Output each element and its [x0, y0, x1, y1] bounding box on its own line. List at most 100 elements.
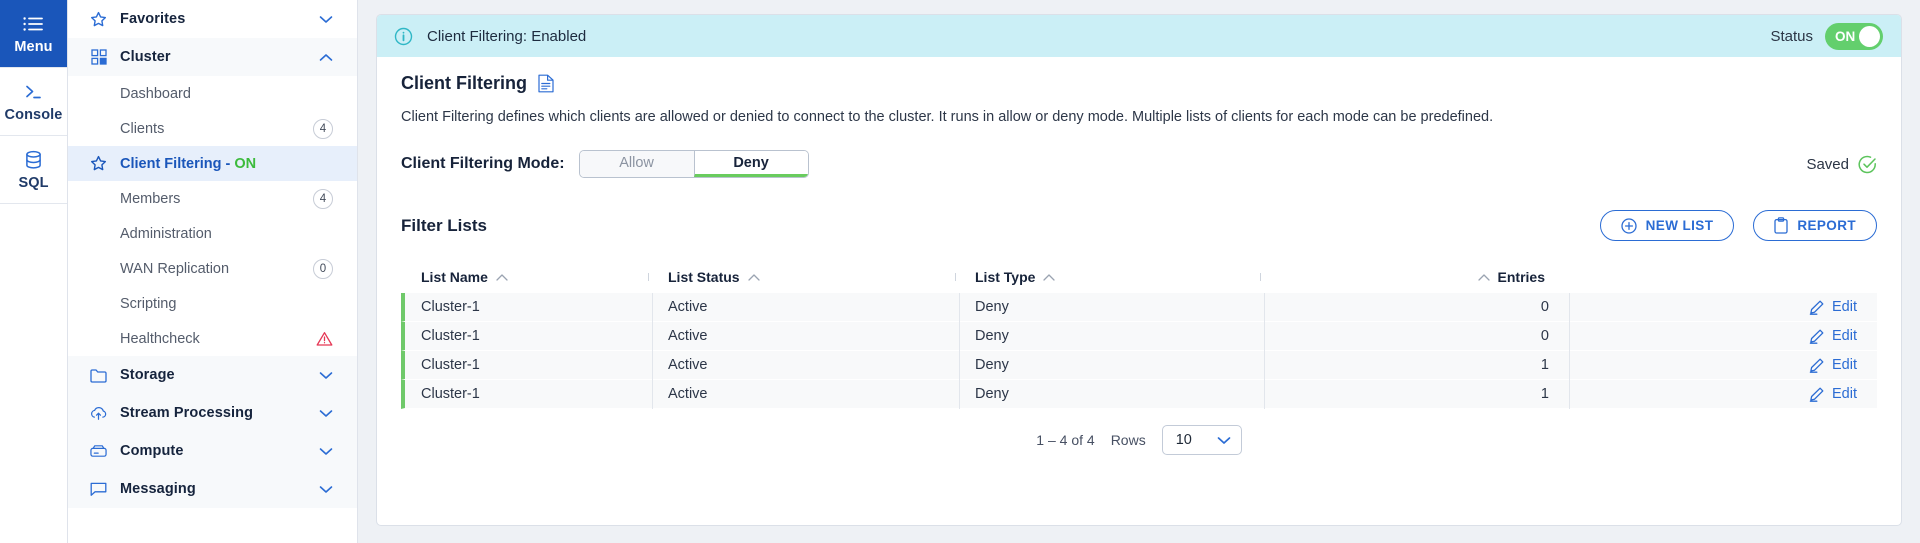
filter-lists-title: Filter Lists — [401, 216, 487, 236]
star-icon[interactable] — [90, 155, 107, 172]
edit-button-label: Edit — [1832, 357, 1857, 373]
pencil-icon — [1809, 387, 1824, 402]
new-list-button-label: NEW LIST — [1646, 218, 1714, 233]
edit-button-label: Edit — [1832, 328, 1857, 344]
sidebar-group-messaging[interactable]: Messaging — [68, 470, 357, 508]
rail-item-sql[interactable]: SQL — [0, 136, 67, 204]
sidebar-item-client-filtering[interactable]: Client Filtering - ON — [68, 146, 357, 181]
cell-list-status: Active — [652, 380, 959, 409]
terminal-icon — [23, 81, 44, 103]
sidebar-item-label-members: Members — [120, 191, 300, 207]
sidebar-item-label-dashboard: Dashboard — [120, 86, 333, 102]
sidebar-item-clients[interactable]: Clients 4 — [68, 111, 357, 146]
pencil-icon — [1809, 358, 1824, 373]
edit-button[interactable]: Edit — [1569, 351, 1877, 380]
column-header-list-status[interactable]: List Status — [648, 269, 955, 285]
sidebar-item-healthcheck[interactable]: Healthcheck — [68, 321, 357, 356]
chevron-down-icon — [1217, 436, 1231, 445]
sidebar-item-dashboard[interactable]: Dashboard — [68, 76, 357, 111]
report-button[interactable]: REPORT — [1753, 210, 1877, 241]
table-row[interactable]: Cluster-1 Active Deny 0 Edit — [401, 322, 1877, 351]
sort-asc-icon[interactable] — [1043, 274, 1055, 281]
cell-list-name: Cluster-1 — [405, 293, 652, 322]
documentation-icon[interactable] — [538, 74, 554, 93]
column-header-list-name[interactable]: List Name — [401, 269, 648, 285]
wan-spacer-icon — [90, 260, 107, 277]
saved-label: Saved — [1806, 156, 1849, 173]
edit-button[interactable]: Edit — [1569, 380, 1877, 409]
rail-item-console[interactable]: Console — [0, 68, 67, 136]
chat-icon — [90, 481, 107, 498]
sidebar-item-wan-replication[interactable]: WAN Replication 0 — [68, 251, 357, 286]
rows-per-page-value: 10 — [1176, 432, 1192, 448]
rail-item-menu[interactable]: Menu — [0, 0, 67, 68]
info-icon — [394, 27, 413, 46]
main-content: Client Filtering: Enabled Status ON Clie… — [358, 0, 1920, 543]
edit-button[interactable]: Edit — [1569, 293, 1877, 322]
cell-list-status: Active — [652, 322, 959, 351]
sidebar-group-label-compute: Compute — [120, 443, 306, 459]
table-row[interactable]: Cluster-1 Active Deny 1 Edit — [401, 380, 1877, 409]
column-label-entries: Entries — [1498, 269, 1545, 285]
saved-indicator: Saved — [1806, 155, 1877, 174]
chevron-down-icon[interactable] — [319, 485, 333, 494]
sidebar-item-label-healthcheck: Healthcheck — [120, 331, 303, 347]
sort-asc-icon[interactable] — [496, 274, 508, 281]
chevron-down-icon[interactable] — [319, 371, 333, 380]
cell-entries: 1 — [1264, 380, 1569, 409]
warning-triangle-icon — [316, 331, 333, 347]
sort-asc-icon[interactable] — [748, 274, 760, 281]
edit-button-label: Edit — [1832, 299, 1857, 315]
sidebar-item-state-on: ON — [234, 156, 256, 172]
column-header-entries[interactable]: Entries — [1260, 269, 1565, 285]
sidebar-item-label-wan-replication: WAN Replication — [120, 261, 300, 277]
sort-asc-icon[interactable] — [1478, 274, 1490, 281]
sidebar-group-stream-processing[interactable]: Stream Processing — [68, 394, 357, 432]
status-label: Status — [1770, 28, 1813, 45]
mode-option-allow[interactable]: Allow — [580, 151, 694, 177]
cloud-upload-icon — [90, 405, 107, 422]
chevron-down-icon[interactable] — [319, 15, 333, 24]
status-banner: Client Filtering: Enabled Status ON — [377, 15, 1901, 57]
sidebar-item-label-scripting: Scripting — [120, 296, 333, 312]
clipboard-icon — [1774, 217, 1788, 234]
page-title: Client Filtering — [401, 73, 527, 94]
sidebar-group-cluster[interactable]: Cluster — [68, 38, 357, 76]
status-toggle[interactable]: ON — [1825, 23, 1883, 50]
filtering-mode-label: Client Filtering Mode: — [401, 155, 565, 173]
table-row[interactable]: Cluster-1 Active Deny 0 Edit — [401, 293, 1877, 322]
sidebar-group-storage[interactable]: Storage — [68, 356, 357, 394]
sidebar-group-compute[interactable]: Compute — [68, 432, 357, 470]
cell-list-status: Active — [652, 293, 959, 322]
new-list-button[interactable]: NEW LIST — [1600, 210, 1735, 241]
filtering-mode-segmented: Allow Deny — [579, 150, 809, 178]
cell-list-name: Cluster-1 — [405, 380, 652, 409]
table-row[interactable]: Cluster-1 Active Deny 1 Edit — [401, 351, 1877, 380]
server-icon — [90, 443, 107, 460]
cell-entries: 0 — [1264, 293, 1569, 322]
cell-list-type: Deny — [959, 380, 1264, 409]
sidebar-group-favorites[interactable]: Favorites — [68, 0, 357, 38]
page-description: Client Filtering defines which clients a… — [401, 107, 1877, 128]
chevron-down-icon[interactable] — [319, 447, 333, 456]
column-header-list-type[interactable]: List Type — [955, 269, 1260, 285]
clients-spacer-icon — [90, 120, 107, 137]
filter-lists-table: List Name List Status List — [401, 261, 1877, 471]
filtering-mode-row: Client Filtering Mode: Allow Deny Saved — [401, 150, 1877, 180]
rows-per-page-select[interactable]: 10 — [1162, 425, 1242, 455]
edit-button[interactable]: Edit — [1569, 322, 1877, 351]
edit-button-label: Edit — [1832, 386, 1857, 402]
rail-label-sql: SQL — [18, 175, 48, 191]
chevron-down-icon[interactable] — [319, 409, 333, 418]
column-label-list-name: List Name — [421, 269, 488, 285]
mode-option-deny[interactable]: Deny — [694, 151, 808, 177]
sidebar-item-administration[interactable]: Administration — [68, 216, 357, 251]
pagination-rows-label: Rows — [1111, 432, 1146, 448]
sidebar-group-label-messaging: Messaging — [120, 481, 306, 497]
sidebar-item-members[interactable]: Members 4 — [68, 181, 357, 216]
scripting-spacer-icon — [90, 295, 107, 312]
app-root: Menu Console SQL — [0, 0, 1920, 543]
database-icon — [24, 149, 43, 171]
chevron-up-icon[interactable] — [319, 53, 333, 62]
sidebar-item-scripting[interactable]: Scripting — [68, 286, 357, 321]
